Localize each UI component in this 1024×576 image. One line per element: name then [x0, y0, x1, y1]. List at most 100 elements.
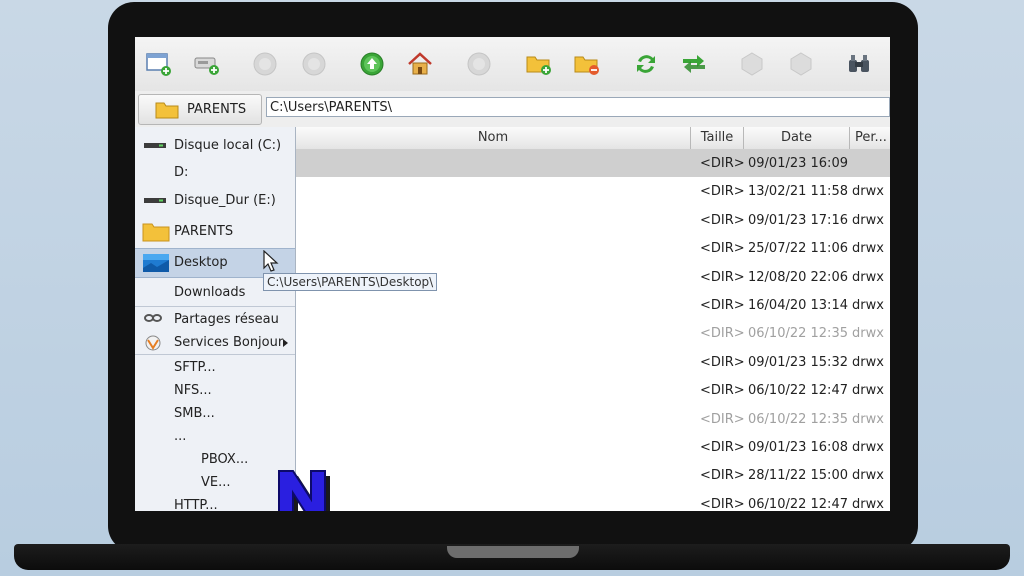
table-row[interactable]: <DIR> 28/11/22 15:00 drwx [296, 461, 890, 489]
cell-permissions: drwx [852, 241, 884, 257]
sidebar-item-label: SMB... [174, 406, 215, 421]
sidebar-item-label: Partages réseau [174, 312, 279, 327]
cell-date: 13/02/21 11:58 [748, 184, 848, 200]
cell-date: 09/01/23 16:08 [748, 440, 848, 455]
cell-size: <DIR> [700, 241, 745, 257]
cell-date: 25/07/22 11:06 [748, 241, 848, 257]
cell-permissions: drwx [852, 440, 884, 455]
table-row[interactable]: <DIR> 06/10/22 12:35 drwx [296, 405, 890, 433]
cell-date: 16/04/20 13:14 [748, 298, 848, 313]
sidebar-item-label: Disque local (C:) [174, 138, 282, 153]
refresh-icon[interactable] [632, 50, 660, 78]
table-row[interactable]: <DIR> 09/01/23 17:16 drwx [296, 206, 890, 234]
cell-size: <DIR> [700, 156, 745, 171]
disabled-b-icon [787, 50, 815, 78]
sidebar-item-hard-drive[interactable]: Disque_Dur (E:) [135, 188, 295, 214]
cell-permissions: drwx [852, 496, 884, 511]
sidebar-item-parents[interactable]: PARENTS [135, 219, 295, 245]
disabled-a-icon [738, 50, 766, 78]
cell-date: 12/08/20 22:06 [748, 269, 848, 285]
sidebar-item-d[interactable]: D: [135, 160, 295, 186]
table-row[interactable]: <DIR> 13/02/21 11:58 drwx [296, 177, 890, 205]
cell-size: <DIR> [700, 411, 745, 427]
column-header-name[interactable]: Nom [296, 127, 691, 149]
sidebar-item-label: ... [174, 429, 187, 444]
cell-size: <DIR> [700, 354, 745, 370]
column-header-permissions[interactable]: Per... [850, 127, 890, 149]
toolbar [135, 37, 890, 92]
binoculars-icon[interactable] [845, 50, 873, 78]
column-header-date[interactable]: Date [744, 127, 850, 149]
table-header: Nom Taille Date Per... [296, 127, 890, 150]
cell-size: <DIR> [700, 440, 745, 455]
table-row[interactable]: <DIR> 09/01/23 16:08 drwx [296, 433, 890, 461]
cell-date: 06/10/22 12:35 [748, 411, 848, 427]
bonjour-icon [144, 334, 162, 356]
sidebar-item-label: Downloads [174, 285, 246, 300]
sidebar-item-bonjour[interactable]: Services Bonjour [135, 330, 295, 356]
new-window-icon[interactable] [145, 50, 173, 78]
sidebar-item-label: Services Bonjour [174, 335, 284, 350]
cell-permissions: drwx [852, 326, 884, 342]
sidebar-item-local-disk[interactable]: Disque local (C:) [135, 133, 295, 159]
cell-permissions: drwx [852, 212, 884, 228]
location-button-label: PARENTS [187, 102, 247, 117]
path-bar: PARENTS [135, 91, 890, 128]
sidebar-item-label: Desktop [174, 255, 228, 270]
mouse-cursor-icon [263, 249, 279, 276]
cell-permissions: drwx [852, 298, 884, 313]
drive-icon [144, 193, 166, 211]
sidebar-item-label: Disque_Dur (E:) [174, 193, 276, 208]
folder-icon [155, 101, 179, 123]
cell-permissions: drwx [852, 411, 884, 427]
drive-icon [144, 138, 166, 156]
forward-icon [300, 50, 328, 78]
location-button[interactable]: PARENTS [138, 94, 262, 125]
home-icon[interactable] [406, 50, 434, 78]
folder-icon [142, 222, 170, 246]
file-table: Nom Taille Date Per... <DIR> 09/01/23 16:… [296, 127, 890, 511]
new-connection-icon[interactable] [193, 50, 221, 78]
path-input[interactable] [266, 97, 890, 117]
brand-logo-icon [273, 465, 339, 511]
sidebar-item-http[interactable]: HTTP... [135, 493, 295, 511]
cell-permissions: drwx [852, 383, 884, 399]
new-folder-icon[interactable] [525, 50, 553, 78]
sidebar-item-label: HTTP... [174, 498, 218, 511]
delete-folder-icon[interactable] [573, 50, 601, 78]
table-row[interactable]: <DIR> 06/10/22 12:47 drwx [296, 490, 890, 511]
cell-permissions: drwx [852, 468, 884, 484]
laptop-notch [447, 546, 579, 558]
cell-size: <DIR> [700, 298, 745, 313]
cell-permissions: drwx [852, 184, 884, 200]
table-row[interactable]: <DIR> 06/10/22 12:47 drwx [296, 376, 890, 404]
cell-size: <DIR> [700, 184, 745, 200]
cell-permissions: drwx [852, 354, 884, 370]
cell-size: <DIR> [700, 326, 745, 342]
cell-date: 28/11/22 15:00 [748, 468, 848, 484]
swap-icon[interactable] [680, 50, 708, 78]
cell-date: 06/10/22 12:35 [748, 326, 848, 342]
table-row[interactable]: <DIR> 16/04/20 13:14 drwx [296, 291, 890, 319]
cell-size: <DIR> [700, 269, 745, 285]
sidebar-item-label: VE... [201, 475, 231, 490]
submenu-arrow-icon [283, 339, 288, 347]
cell-permissions: drwx [852, 269, 884, 285]
cell-date: 09/01/23 16:09 [748, 156, 848, 171]
table-row[interactable]: <DIR> 25/07/22 11:06 drwx [296, 234, 890, 262]
up-arrow-icon[interactable] [358, 50, 386, 78]
cell-date: 09/01/23 15:32 [748, 354, 848, 370]
cell-size: <DIR> [700, 383, 745, 399]
cell-date: 09/01/23 17:16 [748, 212, 848, 228]
table-row[interactable]: <DIR> 09/01/23 15:32 drwx [296, 348, 890, 376]
cell-size: <DIR> [700, 496, 745, 511]
cell-date: 06/10/22 12:47 [748, 383, 848, 399]
sidebar-item-label: PARENTS [174, 224, 234, 239]
table-row[interactable]: <DIR> 09/01/23 16:09 [296, 149, 890, 177]
network-icon [144, 312, 162, 328]
sidebar-item-label: D: [174, 165, 189, 180]
back-icon [251, 50, 279, 78]
column-header-size[interactable]: Taille [691, 127, 744, 149]
sidebar-item-label: NFS... [174, 383, 212, 398]
table-row[interactable]: <DIR> 06/10/22 12:35 drwx [296, 319, 890, 347]
